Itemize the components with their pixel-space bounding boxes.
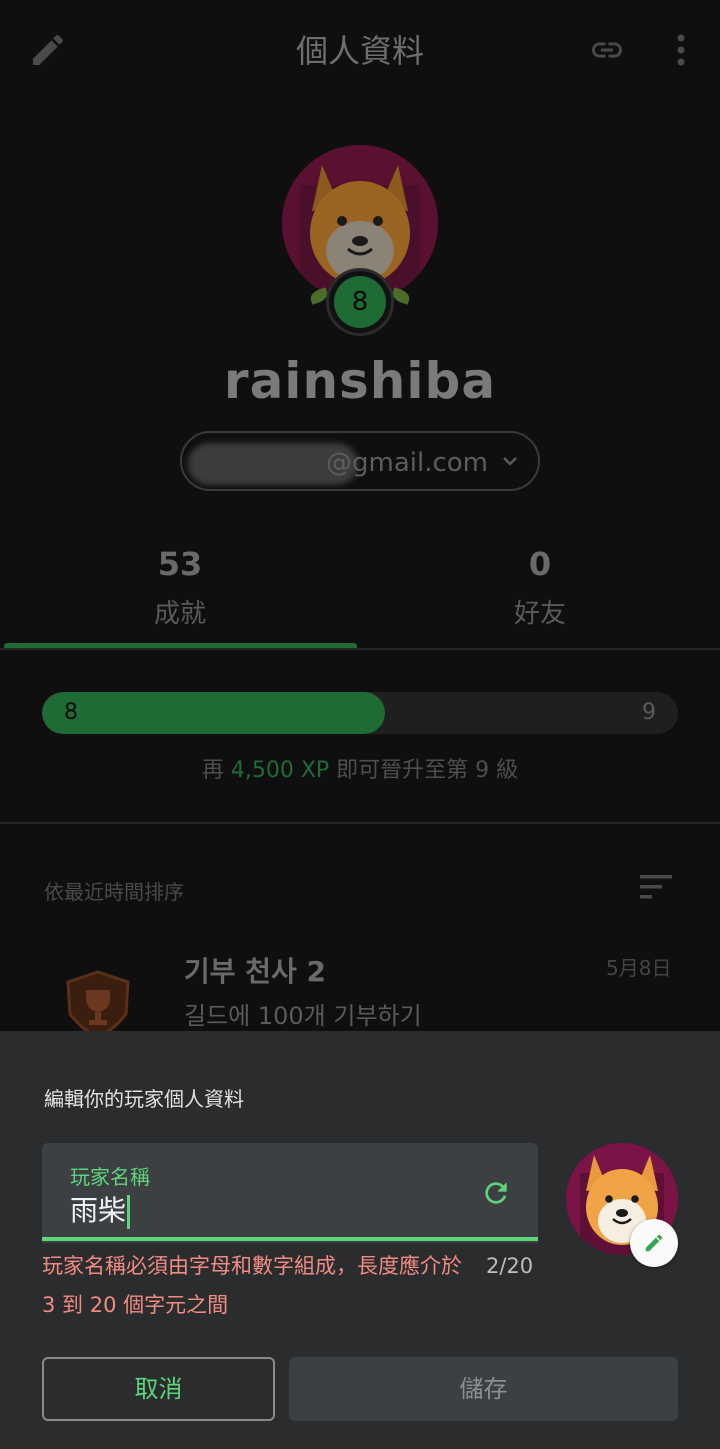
profile-screen: 個人資料 8 rainshiba @gmail.com 53 成就 0 好友 8…	[0, 0, 720, 1449]
next-level-label: 9	[642, 700, 656, 725]
field-underline	[42, 1237, 538, 1241]
tab-label: 成就	[153, 599, 206, 629]
pencil-icon	[645, 1234, 663, 1252]
tab-label: 好友	[513, 599, 566, 629]
tab-achievements[interactable]: 53 成就	[0, 545, 360, 630]
achievement-date: 5月8日	[606, 956, 672, 980]
more-vert-icon[interactable]	[668, 30, 694, 70]
xp-message: 再 4,500 XP 即可晉升至第 9 級	[0, 752, 720, 784]
input-value: 雨柴	[70, 1194, 127, 1227]
username: rainshiba	[223, 352, 497, 410]
xp-msg-suffix: 即可晉升至第 9 級	[336, 758, 519, 783]
account-switcher[interactable]: @gmail.com	[180, 431, 540, 491]
chevron-down-icon	[503, 457, 517, 466]
field-label: 玩家名稱	[70, 1165, 150, 1189]
sort-icon[interactable]	[638, 872, 676, 902]
divider	[0, 648, 720, 650]
friends-count: 0	[528, 545, 552, 583]
xp-progress-fill	[42, 692, 386, 734]
sheet-title: 編輯你的玩家個人資料	[44, 1087, 244, 1111]
current-level-label: 8	[64, 700, 78, 725]
tab-friends[interactable]: 0 好友	[360, 545, 720, 630]
link-icon[interactable]	[586, 32, 628, 68]
player-name-field[interactable]: 玩家名稱 雨柴	[42, 1143, 538, 1243]
xp-msg-prefix: 再	[201, 758, 224, 783]
edit-profile-sheet: 編輯你的玩家個人資料 玩家名稱 雨柴 玩家名稱必須由字母和數字組成，長度應介於 …	[0, 1031, 720, 1449]
error-message: 玩家名稱必須由字母和數字組成，長度應介於 3 到 20 個字元之間	[42, 1254, 462, 1317]
sort-label: 依最近時間排序	[44, 880, 184, 904]
achievements-count: 53	[157, 545, 203, 583]
divider	[0, 822, 720, 824]
xp-msg-amount: 4,500 XP	[230, 758, 330, 783]
xp-progress-bar	[42, 692, 678, 734]
text-cursor	[127, 1195, 131, 1229]
achievement-title: 기부 천사 2	[184, 955, 327, 988]
refresh-icon[interactable]	[480, 1177, 512, 1209]
cancel-button[interactable]: 取消	[42, 1357, 275, 1421]
top-app-bar: 個人資料	[0, 0, 720, 100]
trophy-badge-icon	[60, 968, 136, 1038]
level-number: 8	[334, 276, 386, 328]
email-text: @gmail.com	[326, 448, 489, 478]
save-button[interactable]: 儲存	[289, 1357, 678, 1421]
player-name-input[interactable]: 雨柴	[70, 1189, 131, 1229]
char-counter: 2/20	[486, 1254, 534, 1278]
level-badge: 8	[326, 268, 394, 336]
achievement-description: 길드에 100개 기부하기	[184, 1002, 422, 1030]
edit-avatar-button[interactable]	[630, 1219, 678, 1267]
